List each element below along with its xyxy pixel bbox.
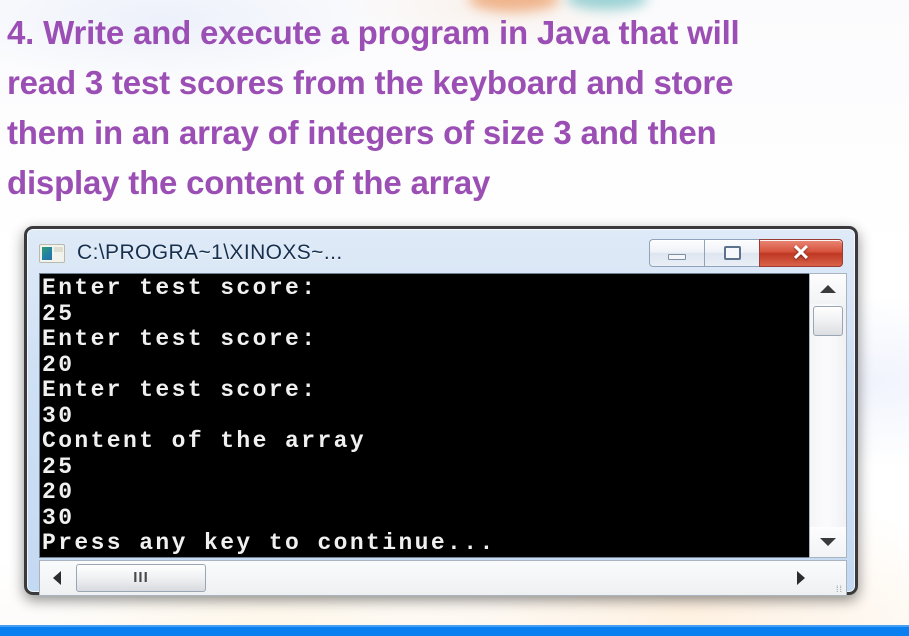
chevron-right-icon: [797, 570, 805, 585]
chevron-up-icon: [820, 285, 836, 293]
console-icon: [39, 243, 65, 263]
vertical-scrollbar[interactable]: [809, 273, 847, 558]
scroll-down-button[interactable]: [810, 526, 846, 557]
console-screen[interactable]: Enter test score: 25 Enter test score: 2…: [39, 273, 809, 558]
maximize-button[interactable]: [704, 239, 759, 267]
chevron-left-icon: [53, 570, 61, 585]
horizontal-scrollbar-thumb[interactable]: III: [76, 563, 206, 592]
horizontal-scrollbar[interactable]: III ⁞⁞: [39, 559, 847, 596]
minimize-button[interactable]: [649, 239, 704, 267]
console-and-vscroll: Enter test score: 25 Enter test score: 2…: [39, 273, 847, 558]
scroll-right-button[interactable]: [784, 561, 818, 595]
window-client-area: Enter test score: 25 Enter test score: 2…: [33, 273, 849, 596]
vertical-scrollbar-track[interactable]: [810, 338, 846, 527]
window-controls: ✕: [649, 239, 843, 267]
minimize-icon: [668, 253, 686, 260]
bottom-blue-band: [0, 625, 909, 636]
scroll-left-button[interactable]: [40, 561, 74, 595]
close-icon: ✕: [791, 240, 811, 265]
vertical-scrollbar-thumb[interactable]: [813, 306, 843, 336]
maximize-icon: [723, 246, 741, 260]
close-button[interactable]: ✕: [759, 239, 843, 267]
scroll-up-button[interactable]: [810, 274, 846, 304]
chevron-down-icon: [820, 537, 836, 546]
resize-grip-icon: ⁞⁞: [835, 583, 843, 594]
horizontal-scrollbar-track[interactable]: [208, 561, 784, 595]
page-heading: 4. Write and execute a program in Java t…: [7, 14, 749, 201]
console-output-text: Enter test score: 25 Enter test score: 2…: [42, 275, 496, 556]
window-title-bar[interactable]: C:\PROGRA~1\XINOXS~... ✕: [33, 233, 849, 273]
resize-grip[interactable]: ⁞⁞: [818, 561, 846, 595]
console-window: C:\PROGRA~1\XINOXS~... ✕ Enter test scor…: [24, 226, 858, 596]
scrollbar-grip-icon: III: [133, 569, 149, 586]
window-title: C:\PROGRA~1\XINOXS~...: [77, 241, 343, 264]
